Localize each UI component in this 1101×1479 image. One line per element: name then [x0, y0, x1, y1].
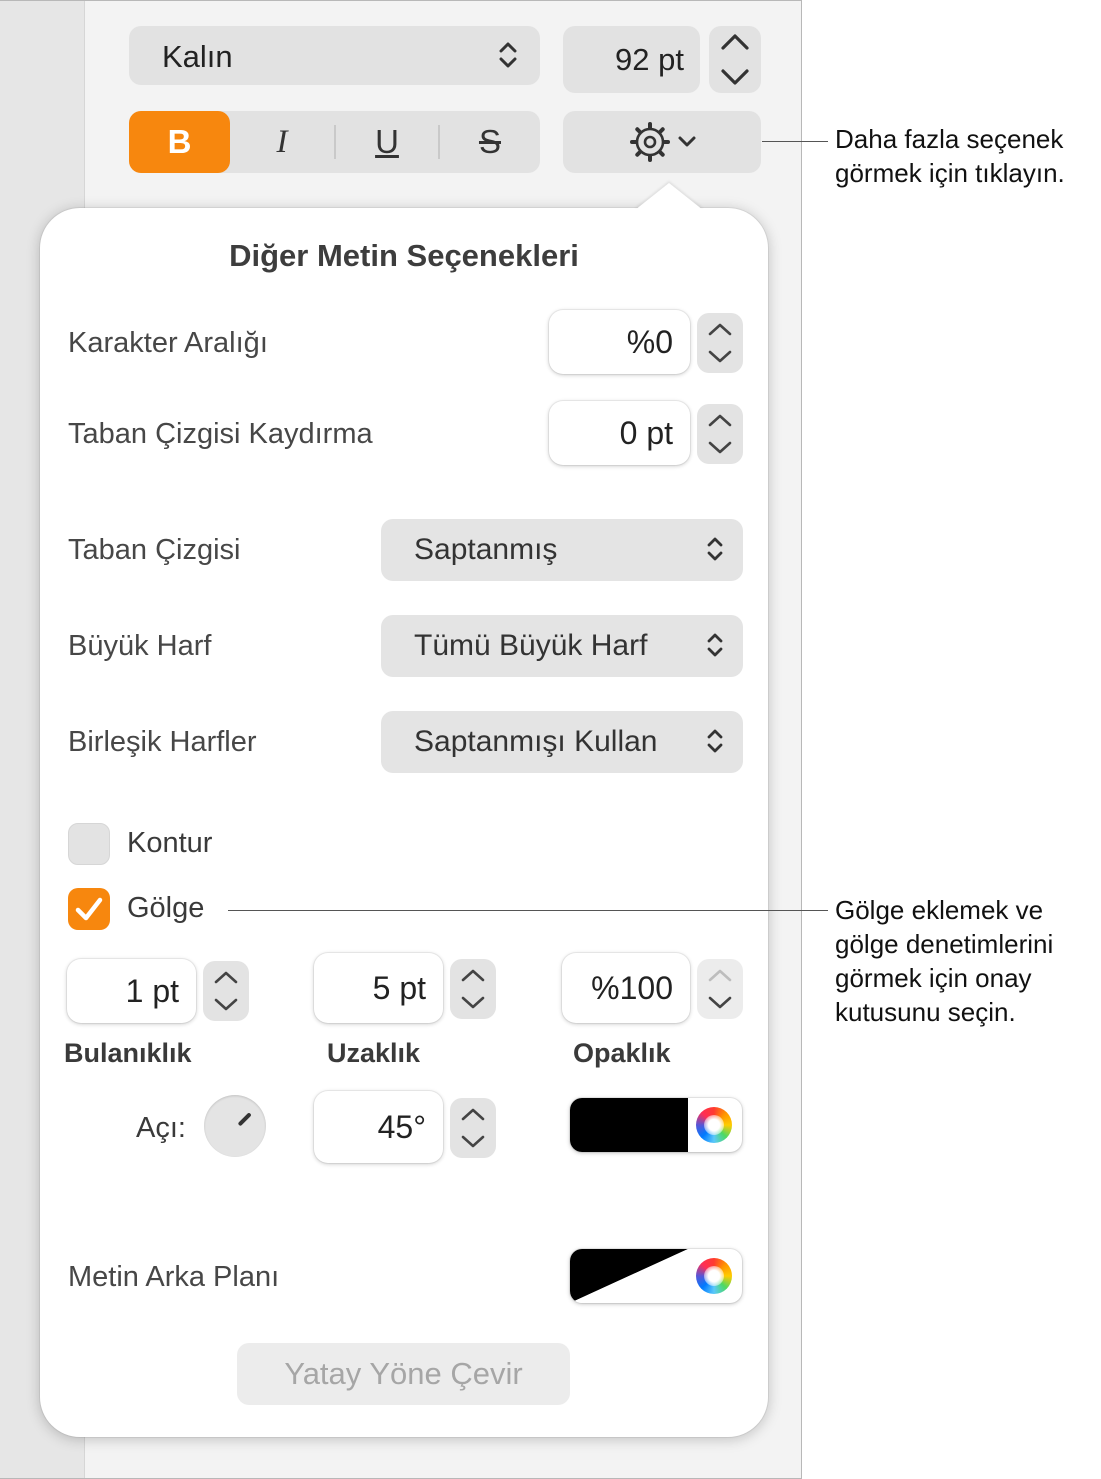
stepper-arrows-icon	[461, 969, 485, 1009]
text-background-color-well[interactable]	[570, 1249, 742, 1303]
capitalization-label: Büyük Harf	[68, 630, 212, 662]
shadow-color-well[interactable]	[570, 1098, 742, 1152]
baseline-popup[interactable]: Saptanmış	[381, 519, 743, 581]
more-options-callout: Daha fazla seçenek görmek için tıklayın.	[835, 122, 1065, 190]
callout-line-text: gölge denetimlerini	[835, 929, 1054, 959]
no-fill-swatch[interactable]	[570, 1249, 688, 1303]
angle-dial[interactable]	[204, 1095, 266, 1157]
baseline-value: Saptanmış	[414, 533, 558, 566]
popover-title: Diğer Metin Seçenekleri	[229, 238, 579, 273]
chevron-updown-icon	[499, 42, 517, 68]
offset-field[interactable]: 5 pt	[314, 953, 443, 1023]
shadow-label: Gölge	[127, 892, 205, 924]
screenshot-frame: Kalın 92 pt B I U S Diğer Metin Seçenekl…	[0, 0, 802, 1479]
baseline-shift-stepper[interactable]	[697, 404, 743, 464]
chevron-updown-icon	[707, 537, 723, 561]
chevron-updown-icon	[707, 729, 723, 753]
opacity-stepper[interactable]	[697, 959, 743, 1019]
capitalization-popup[interactable]: Tümü Büyük Harf	[381, 615, 743, 677]
ligatures-label: Birleşik Harfler	[68, 726, 257, 758]
stepper-arrows-icon	[214, 971, 238, 1011]
offset-stepper[interactable]	[450, 959, 496, 1019]
shadow-color-swatch[interactable]	[570, 1098, 688, 1152]
ligatures-popup[interactable]: Saptanmışı Kullan	[381, 711, 743, 773]
opacity-field[interactable]: %100	[562, 953, 690, 1023]
baseline-shift-field[interactable]: 0 pt	[549, 401, 690, 465]
blur-label: Bulanıklık	[64, 1038, 192, 1068]
callout-line-text: Daha fazla seçenek	[835, 124, 1064, 154]
blur-field[interactable]: 1 pt	[67, 959, 196, 1023]
stepper-arrows-icon	[461, 1108, 485, 1148]
shadow-callout: Gölge eklemek ve gölge denetimlerini gör…	[835, 893, 1053, 1029]
outline-label: Kontur	[127, 827, 213, 859]
baseline-shift-label: Taban Çizgisi Kaydırma	[68, 418, 373, 450]
italic-button[interactable]: I	[231, 111, 333, 173]
font-size-field[interactable]: 92 pt	[563, 26, 700, 93]
bold-button[interactable]: B	[129, 111, 230, 173]
text-background-label: Metin Arka Planı	[68, 1261, 280, 1293]
chevron-updown-icon	[707, 633, 723, 657]
strikethrough-button[interactable]: S	[440, 111, 540, 173]
angle-label: Açı:	[136, 1112, 186, 1144]
font-style-value: Kalın	[162, 39, 233, 74]
rotate-horizontal-button[interactable]: Yatay Yöne Çevir	[237, 1343, 570, 1405]
popover-arrow	[635, 183, 703, 210]
opacity-label: Opaklık	[573, 1038, 671, 1068]
baseline-label: Taban Çizgisi	[68, 534, 241, 566]
capitalization-value: Tümü Büyük Harf	[414, 629, 648, 662]
callout-line-text: görmek için tıklayın.	[835, 158, 1065, 188]
stepper-arrows-icon	[708, 969, 732, 1009]
text-style-buttons: B I U S	[129, 111, 540, 173]
font-size-value: 92 pt	[615, 42, 684, 77]
stepper-arrows-icon	[708, 323, 732, 363]
character-spacing-stepper[interactable]	[697, 313, 743, 373]
chevron-down-icon	[678, 136, 696, 147]
stepper-arrows-icon	[708, 414, 732, 454]
callout-line	[228, 910, 828, 911]
character-spacing-label: Karakter Aralığı	[68, 327, 268, 359]
underline-button[interactable]: U	[336, 111, 438, 173]
color-wheel-icon[interactable]	[696, 1258, 732, 1294]
font-style-popup[interactable]: Kalın	[129, 26, 540, 85]
character-spacing-field[interactable]: %0	[549, 310, 690, 374]
outline-checkbox[interactable]	[68, 823, 110, 865]
callout-line	[762, 141, 828, 142]
shadow-checkbox[interactable]	[68, 888, 110, 930]
gear-icon	[630, 122, 670, 162]
offset-label: Uzaklık	[327, 1038, 421, 1068]
stepper-arrows-icon	[721, 34, 749, 85]
more-text-options-popover: Diğer Metin Seçenekleri Karakter Aralığı…	[40, 183, 768, 1437]
ligatures-value: Saptanmışı Kullan	[414, 725, 658, 758]
angle-indicator	[237, 1112, 252, 1127]
callout-line-text: görmek için onay	[835, 963, 1032, 993]
checkmark-icon	[75, 897, 103, 921]
angle-field[interactable]: 45°	[314, 1091, 443, 1163]
blur-stepper[interactable]	[203, 961, 249, 1021]
angle-stepper[interactable]	[450, 1098, 496, 1158]
callout-line-text: kutusunu seçin.	[835, 997, 1016, 1027]
color-wheel-icon[interactable]	[696, 1107, 732, 1143]
font-size-stepper[interactable]	[709, 26, 761, 93]
callout-line-text: Gölge eklemek ve	[835, 895, 1044, 925]
more-text-options-button[interactable]	[563, 111, 761, 173]
